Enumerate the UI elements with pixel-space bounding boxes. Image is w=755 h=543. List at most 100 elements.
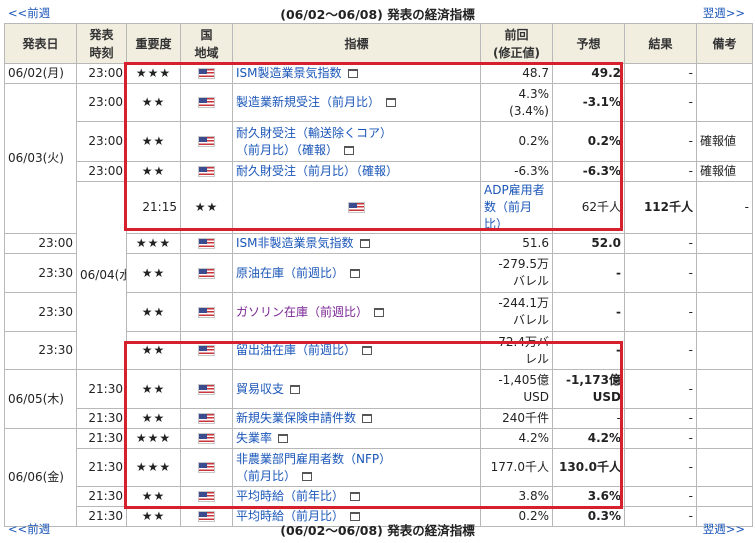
us-flag-icon — [348, 202, 365, 213]
popup-window-icon[interactable] — [344, 145, 355, 155]
next-week-link-bottom[interactable]: 翌週>> — [703, 521, 745, 537]
us-flag-icon — [198, 166, 215, 177]
indicator-link[interactable]: 失業率 — [236, 431, 272, 445]
indicator-link[interactable]: 耐久財受注（輸送除くコア） （前月比）（確報） — [236, 126, 392, 157]
time-cell: 21:30 — [76, 486, 127, 507]
indicator-cell: 原油在庫（前週比） — [232, 253, 481, 293]
table-row: 06/05(木) 21:30 ★★ 貿易収支 -1,405億 USD -1,173… — [4, 369, 753, 429]
indicator-link[interactable]: 平均時給（前年比） — [236, 489, 344, 503]
popup-window-icon[interactable] — [278, 434, 289, 443]
popup-window-icon[interactable] — [347, 69, 358, 78]
indicator-cell: ガソリン在庫（前週比） — [232, 292, 481, 332]
time-cell: 23:00 — [76, 161, 127, 182]
indicator-cell: 非農業部門雇用者数（NFP） （前月比） — [232, 448, 481, 487]
indicator-cell: 新規失業保険申請件数 — [232, 408, 481, 429]
us-flag-icon — [198, 267, 215, 279]
time-cell: 21:30 — [76, 369, 127, 409]
region-cell — [232, 181, 481, 234]
indicator-link[interactable]: 製造業新規受注（前月比） — [236, 95, 380, 109]
popup-window-icon[interactable] — [359, 239, 370, 248]
indicator-link[interactable]: 新規失業保険申請件数 — [236, 411, 356, 425]
indicator-cell: 留出油在庫（前週比） — [232, 331, 481, 370]
header-previous: 前回 (修正値) — [480, 23, 553, 64]
region-cell — [180, 448, 233, 487]
result-cell: - — [624, 448, 697, 487]
indicator-link[interactable]: 貿易収支 — [236, 382, 284, 396]
forecast-cell: 52.0 — [552, 233, 625, 254]
indicator-link[interactable]: ISM非製造業景気指数 — [236, 236, 354, 250]
importance-stars: ★★★ — [126, 63, 181, 84]
forecast-cell: - — [552, 331, 625, 370]
note-cell: 確報値 — [696, 161, 753, 182]
indicator-cell: ISM製造業景気指数 — [232, 63, 481, 84]
header-row: 発表日 発表 時刻 重要度 国地域 指標 前回 (修正値) 予想 結果 備考 — [4, 23, 753, 64]
note-cell: 確報値 — [696, 121, 753, 162]
popup-window-icon[interactable] — [290, 384, 301, 394]
header-region: 国地域 — [180, 23, 233, 64]
previous-cell: -6.3% — [480, 161, 553, 182]
indicator-link[interactable]: 耐久財受注（前月比）（確報） — [236, 164, 398, 178]
popup-window-icon[interactable] — [350, 492, 361, 501]
time-cell: 21:30 — [76, 448, 127, 487]
table-row: 21:30 ★★ 平均時給（前年比） 3.8% 3.6% - — [5, 486, 753, 507]
note-cell — [696, 448, 753, 487]
previous-cell: -279.5万 バレル — [480, 253, 553, 293]
region-cell — [180, 161, 233, 182]
us-flag-icon — [198, 413, 215, 424]
next-week-link[interactable]: 翌週>> — [703, 5, 745, 21]
importance-stars: ★★ — [126, 369, 181, 409]
time-cell: 23:00 — [76, 63, 127, 84]
popup-window-icon[interactable] — [374, 307, 385, 317]
top-nav: <<前週 (06/02～06/08) 発表の経済指標 翌週>> — [0, 0, 755, 24]
us-flag-icon — [198, 433, 215, 444]
importance-stars: ★★ — [126, 121, 181, 162]
previous-cell: 4.3% (3.4%) — [480, 83, 553, 122]
forecast-cell: -6.3% — [552, 161, 625, 182]
header-note: 備考 — [696, 23, 753, 64]
note-cell — [696, 253, 753, 293]
result-cell: - — [624, 83, 697, 122]
indicator-link[interactable]: ガソリン在庫（前週比） — [236, 305, 368, 319]
previous-cell: -72.4万バ レル — [480, 331, 553, 370]
result-cell: - — [624, 63, 697, 84]
table-row: 21:30 ★★★ 非農業部門雇用者数（NFP） （前月比） 177.0千人 13… — [5, 448, 753, 487]
previous-cell: 0.2% — [480, 121, 553, 162]
economic-calendar-table: 発表日 発表 時刻 重要度 国地域 指標 前回 (修正値) 予想 結果 備考 06/… — [4, 23, 753, 527]
importance-stars: ★★ — [126, 292, 181, 332]
popup-window-icon[interactable] — [350, 268, 361, 278]
result-cell: - — [624, 369, 697, 409]
header-importance: 重要度 — [126, 23, 181, 64]
indicator-link[interactable]: 留出油在庫（前週比） — [236, 343, 356, 357]
region-cell — [180, 292, 233, 332]
result-cell: - — [624, 253, 697, 293]
header-result: 結果 — [624, 23, 697, 64]
region-cell — [180, 428, 233, 449]
us-flag-icon — [198, 383, 215, 395]
region-cell — [180, 253, 233, 293]
popup-window-icon[interactable] — [302, 471, 313, 481]
result-cell: - — [624, 486, 697, 507]
header-forecast: 予想 — [552, 23, 625, 64]
indicator-link[interactable]: 原油在庫（前週比） — [236, 266, 344, 280]
popup-window-icon[interactable] — [386, 98, 397, 107]
indicator-link[interactable]: 非農業部門雇用者数（NFP） （前月比） — [236, 452, 391, 483]
region-cell — [180, 486, 233, 507]
importance-stars: ★★★ — [126, 233, 181, 254]
previous-cell: -244.1万 バレル — [480, 292, 553, 332]
table-row: 23:00 ★★ 耐久財受注（前月比）（確報） -6.3% -6.3% - 確報… — [5, 161, 753, 182]
table-row: 06/03(火) 23:00 ★★ 製造業新規受注（前月比） 4.3% (3.4%… — [4, 83, 753, 234]
indicator-link[interactable]: ISM製造業景気指数 — [236, 66, 342, 80]
indicator-link[interactable]: ADP雇用者数（前月比） — [484, 183, 545, 231]
result-cell: - — [624, 331, 697, 370]
previous-cell: 177.0千人 — [480, 448, 553, 487]
page-title: (06/02～06/08) 発表の経済指標 — [280, 7, 475, 22]
previous-cell: 62千人 — [552, 181, 625, 234]
us-flag-icon — [198, 136, 215, 147]
popup-window-icon[interactable] — [362, 346, 373, 355]
time-cell: 23:30 — [4, 331, 77, 370]
popup-window-icon[interactable] — [362, 414, 373, 423]
result-cell: - — [624, 428, 697, 449]
note-cell — [696, 408, 753, 429]
indicator-cell: 耐久財受注（輸送除くコア） （前月比）（確報） — [232, 121, 481, 162]
time-cell: 23:00 — [76, 83, 127, 122]
